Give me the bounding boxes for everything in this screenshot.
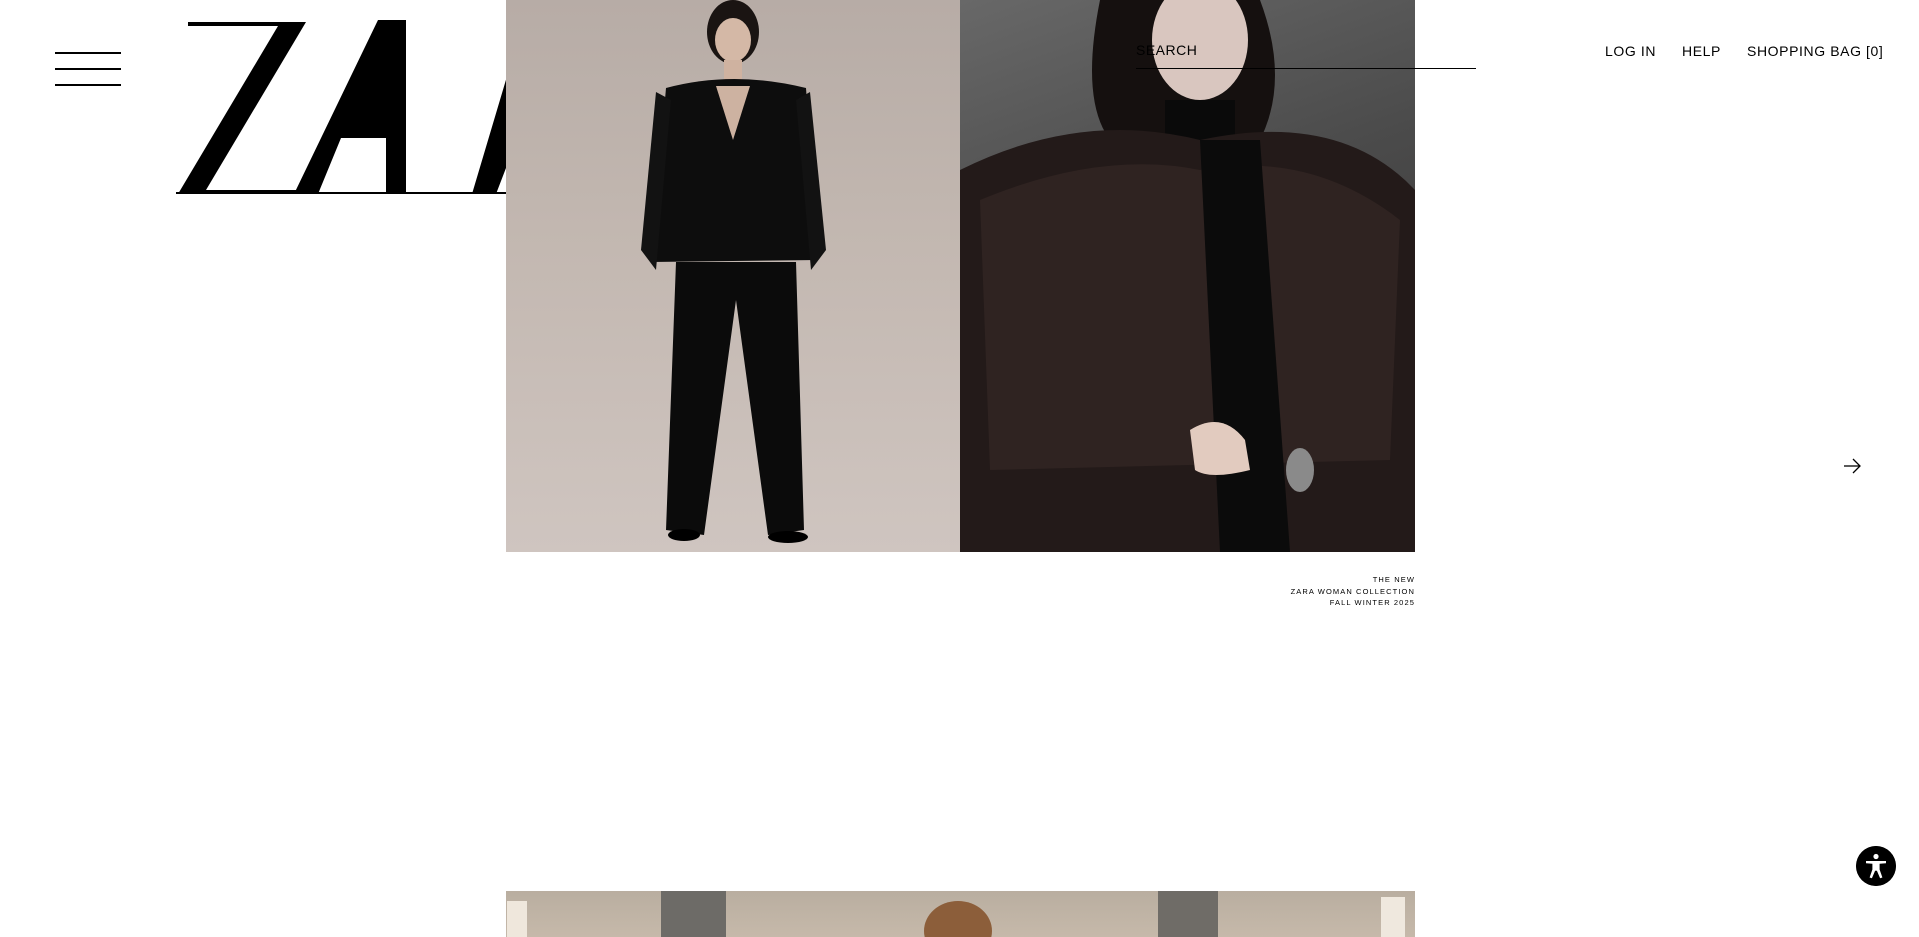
logo-letter-a1 <box>294 20 406 194</box>
model-suit-illustration <box>641 0 826 543</box>
collection-caption: THE NEW ZARA WOMAN COLLECTION FALL WINTE… <box>1160 574 1415 609</box>
help-link[interactable]: HELP <box>1682 43 1721 59</box>
shopping-bag-link[interactable]: SHOPPING BAG [0] <box>1747 43 1883 59</box>
editorial-image-2[interactable] <box>506 891 1415 937</box>
search-input[interactable] <box>1136 36 1476 64</box>
accessibility-icon[interactable] <box>1856 846 1896 886</box>
hamburger-icon <box>55 52 121 54</box>
logo-letter-z <box>178 22 306 194</box>
model-fur-illustration <box>960 0 1415 552</box>
caption-line-1: THE NEW <box>1372 575 1415 584</box>
search-field[interactable] <box>1136 36 1476 69</box>
arrow-right-icon[interactable] <box>1842 456 1862 476</box>
hero-image-right[interactable] <box>960 0 1415 552</box>
caption-line-3: FALL WINTER 2025 <box>1329 598 1415 607</box>
login-link[interactable]: LOG IN <box>1605 43 1656 59</box>
caption-line-2: ZARA WOMAN COLLECTION <box>1290 586 1415 596</box>
menu-button[interactable] <box>55 52 121 86</box>
hero-image-left[interactable] <box>506 0 960 552</box>
